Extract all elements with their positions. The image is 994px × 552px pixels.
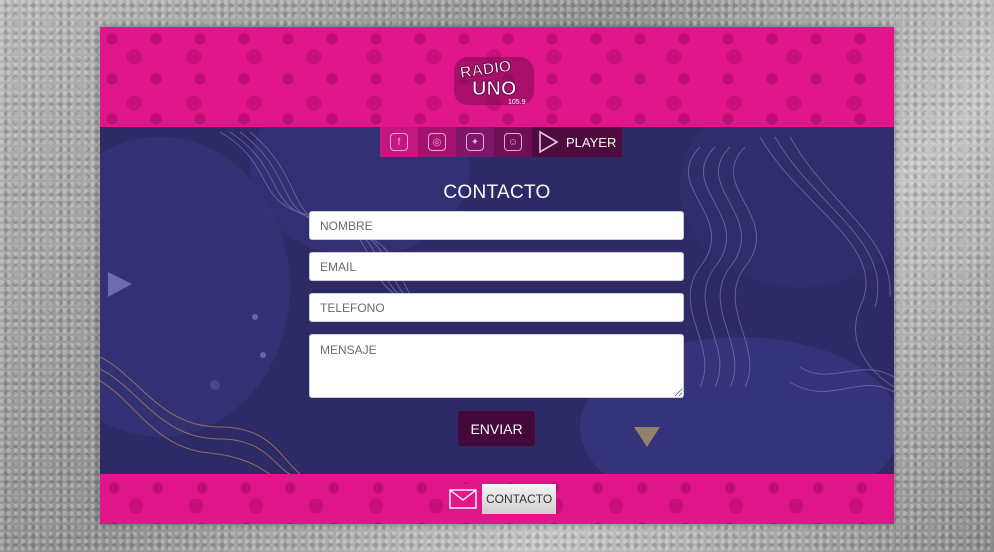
play-icon: [539, 130, 559, 154]
twitter-button[interactable]: ✦: [456, 127, 494, 157]
player-label: PLAYER: [566, 134, 617, 150]
message-field[interactable]: [309, 334, 684, 398]
snapchat-icon: ☺: [504, 133, 522, 151]
mail-icon-box: [444, 484, 482, 514]
social-nav-bar: f ◎ ✦ ☺ PLAYER: [380, 127, 623, 157]
twitter-icon: ✦: [466, 133, 484, 151]
facebook-icon: f: [390, 133, 408, 151]
main-content: f ◎ ✦ ☺ PLAYER CONTACTO ENVIAR: [100, 127, 894, 474]
player-button[interactable]: PLAYER: [532, 127, 623, 157]
email-field[interactable]: [309, 252, 684, 281]
contact-label: CONTACTO: [482, 484, 557, 514]
instagram-button[interactable]: ◎: [418, 127, 456, 157]
mail-icon: [449, 489, 477, 509]
instagram-icon: ◎: [428, 133, 446, 151]
logo-text-uno: UNO: [472, 78, 516, 100]
header: RADIO UNO 105.9: [100, 27, 894, 127]
contact-button[interactable]: CONTACTO: [444, 484, 557, 514]
send-button[interactable]: ENVIAR: [458, 411, 535, 446]
phone-field[interactable]: [309, 293, 684, 322]
facebook-button[interactable]: f: [380, 127, 418, 157]
footer: CONTACTO: [100, 474, 894, 524]
logo-frequency: 105.9: [508, 99, 526, 106]
radio-uno-logo[interactable]: RADIO UNO 105.9: [452, 55, 536, 107]
name-field[interactable]: [309, 211, 684, 240]
page-title: CONTACTO: [443, 182, 551, 203]
snapchat-button[interactable]: ☺: [494, 127, 532, 157]
page-frame: RADIO UNO 105.9 f ◎ ✦ ☺ PLAYER CONTACTO …: [100, 27, 894, 524]
